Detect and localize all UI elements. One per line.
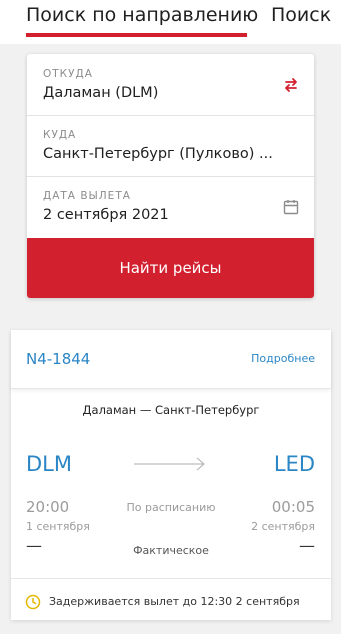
clock-icon — [25, 594, 41, 610]
calendar-icon[interactable] — [282, 198, 300, 216]
tab-search[interactable]: Поиск — [271, 4, 331, 26]
arrival-code: LED — [273, 452, 315, 476]
arrow-right-icon — [134, 457, 205, 471]
from-label: ОТКУДА — [43, 68, 93, 80]
details-link[interactable]: Подробнее — [251, 352, 315, 365]
flight-route: Даламан — Санкт-Петербург — [82, 403, 260, 417]
to-field[interactable]: КУДА Санкт-Петербург (Пулково) ... — [27, 115, 314, 177]
tab-search-by-route[interactable]: Поиск по направлению — [26, 4, 258, 26]
delay-text: Задерживается вылет до 12:30 2 сентября — [49, 595, 300, 608]
flight-header: N4-1844 Подробнее — [11, 330, 331, 389]
to-value[interactable]: Санкт-Петербург (Пулково) ... — [43, 146, 273, 162]
find-flights-button[interactable]: Найти рейсы — [27, 238, 314, 298]
date-label: ДАТА ВЫЛЕТА — [43, 190, 131, 202]
date-field[interactable]: ДАТА ВЫЛЕТА 2 сентября 2021 — [27, 176, 314, 237]
flight-card: N4-1844 Подробнее Даламан — Санкт-Петерб… — [11, 330, 331, 620]
flight-number: N4-1844 — [26, 350, 91, 368]
to-label: КУДА — [43, 129, 77, 141]
from-value[interactable]: Даламан (DLM) — [43, 85, 158, 101]
search-tabs: Поиск по направлению Поиск — [0, 0, 341, 44]
swap-icon[interactable] — [282, 76, 300, 94]
from-field[interactable]: ОТКУДА Даламан (DLM) — [27, 54, 314, 116]
actual-label: Фактическое — [133, 544, 209, 557]
arrival-scheduled-date: 2 сентября — [251, 520, 315, 533]
arrival-scheduled-time: 00:05 — [271, 498, 315, 516]
active-tab-indicator — [26, 33, 247, 37]
departure-code: DLM — [26, 452, 72, 476]
delay-status: Задерживается вылет до 12:30 2 сентября — [11, 578, 331, 621]
search-form: ОТКУДА Даламан (DLM) КУДА Санкт-Петербур… — [27, 54, 314, 298]
arrival-actual-time: — — [299, 536, 315, 555]
date-value[interactable]: 2 сентября 2021 — [43, 207, 169, 223]
departure-scheduled-date: 1 сентября — [26, 520, 90, 533]
